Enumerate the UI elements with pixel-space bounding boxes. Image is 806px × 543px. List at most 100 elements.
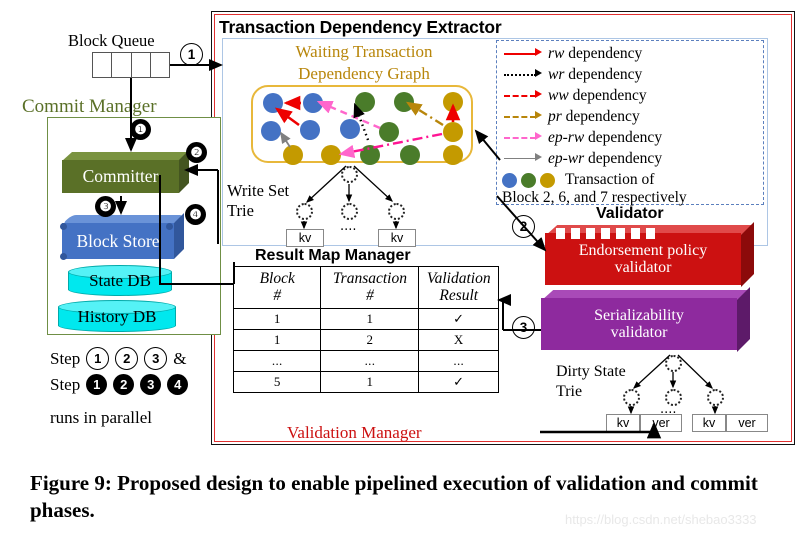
legend-arrow-icon-rw xyxy=(502,44,548,64)
history-db-cylinder[interactable]: History DB xyxy=(58,300,176,332)
validator-title: Validator xyxy=(596,205,664,222)
col-res-line2: Result xyxy=(439,287,479,305)
step-word-2: Step xyxy=(50,374,81,394)
write-set-trie-node xyxy=(388,203,405,220)
table-cell-block: 5 xyxy=(232,370,322,393)
transaction-node-b1 xyxy=(263,93,283,113)
figure-caption-label: Figure 9: xyxy=(30,471,112,495)
legend-node-dot-0 xyxy=(502,172,517,188)
dirty-trie-root xyxy=(665,355,682,372)
table-cell-result: ✓ xyxy=(418,370,499,393)
legend-row-rw: rw dependency xyxy=(502,43,760,64)
col-res-line1: Validation xyxy=(426,270,491,287)
legend-node-dot-2 xyxy=(540,172,555,188)
block-store-dot xyxy=(166,223,173,230)
table-row: 5 1 ✓ xyxy=(232,370,499,393)
committer-box[interactable]: Committer xyxy=(62,150,189,196)
table-cell-result: ✓ xyxy=(418,307,499,330)
col-txn-line1: Transaction xyxy=(332,270,407,287)
state-db-cylinder[interactable]: State DB xyxy=(68,265,172,296)
block-queue-label: Block Queue xyxy=(68,31,155,50)
step-badge-queue-to-tde: 1 xyxy=(180,43,203,66)
tick-mark xyxy=(601,228,610,239)
block-queue-cell xyxy=(132,53,151,77)
filled-step-1: 1 xyxy=(86,373,108,395)
column-header-transaction: Transaction # xyxy=(320,266,420,309)
legend-row-ww: ww dependency xyxy=(502,85,760,106)
filled-step-4: 4 xyxy=(167,373,189,395)
table-cell-block: ... xyxy=(232,349,322,372)
validation-manager-label: Validation Manager xyxy=(287,423,422,442)
hollow-step-2: 2 xyxy=(115,346,139,370)
legend-label-pr: pr dependency xyxy=(548,107,640,125)
transaction-node-b3 xyxy=(261,121,281,141)
write-set-kv-box: kv xyxy=(286,229,324,247)
table-row: 12X xyxy=(232,328,499,351)
write-set-label-line1: Write Set xyxy=(227,181,290,200)
result-map-manager-title: Result Map Manager xyxy=(255,247,411,264)
legend-node-dot-1 xyxy=(521,172,536,188)
tick-mark xyxy=(616,228,625,239)
wtdg-title-line1: Waiting Transaction xyxy=(295,42,433,61)
transaction-node-b2 xyxy=(303,93,323,113)
filled-step-2: 2 xyxy=(113,373,135,395)
step-legend: Step 1 2 3 & Step 1 2 3 4 runs in parall… xyxy=(50,345,189,430)
serializability-validator-box[interactable]: Serializability validator xyxy=(541,287,750,352)
dirty-trie-node xyxy=(665,389,682,406)
commit-badge-4: ❹ xyxy=(185,204,206,225)
block-queue-cell xyxy=(151,53,169,77)
legend-node-text-line2: Block 2, 6, and 7 respectively xyxy=(502,189,687,206)
waiting-transaction-dependency-graph-title: Waiting Transaction Dependency Graph xyxy=(249,41,479,85)
table-row: 1 1 ✓ xyxy=(232,307,499,330)
filled-step-3: 3 xyxy=(140,373,162,395)
block-queue-cell xyxy=(93,53,113,77)
dirty-label-line2: Trie xyxy=(556,382,583,400)
transaction-node-g4 xyxy=(360,145,380,165)
commit-badge-2: ❷ xyxy=(186,142,207,163)
watermark: https://blog.csdn.net/shebao3333 xyxy=(565,512,757,527)
dirty-kv-box: kv xyxy=(606,414,640,432)
table-cell-result: X xyxy=(418,328,499,351)
block-store-box[interactable]: Block Store xyxy=(60,213,184,261)
legend-label-epwr: ep-wr dependency xyxy=(548,149,663,167)
write-set-trie-root xyxy=(341,166,358,183)
col-txn-line2: # xyxy=(366,287,374,305)
tick-mark xyxy=(556,228,565,239)
commit-badge-3: ❸ xyxy=(95,196,116,217)
step-legend-note: runs in parallel xyxy=(50,407,152,427)
dirty-label-line1: Dirty State xyxy=(556,363,626,380)
step-badge-tde-to-validator: 2 xyxy=(512,215,535,238)
dirty-state-trie-label: Dirty State Trie xyxy=(556,362,626,401)
write-set-kv-box: kv xyxy=(378,229,416,247)
legend-row-eprw: ep-rw dependency xyxy=(502,127,760,148)
write-set-label-line2: Trie xyxy=(227,201,254,221)
step-word-1: Step xyxy=(50,348,81,368)
tick-mark xyxy=(646,228,655,239)
tick-mark xyxy=(586,228,595,239)
block-queue-cell xyxy=(112,53,132,77)
transaction-node-b4 xyxy=(300,120,320,140)
legend-row-pr: pr dependency xyxy=(502,106,760,127)
dirty-ver-box: ver xyxy=(640,414,682,432)
table-cell-transaction: 1 xyxy=(320,370,420,393)
legend-label-wr: wr dependency xyxy=(548,65,643,83)
legend-arrow-icon-wr xyxy=(502,65,548,85)
col-block-line1: Block xyxy=(259,270,295,287)
transaction-node-y5 xyxy=(443,145,463,165)
step-badge-validator-to-rmm: 3 xyxy=(512,316,535,339)
transaction-node-g2 xyxy=(394,92,414,112)
transaction-node-y1 xyxy=(443,92,463,112)
endorsement-policy-validator-ticks xyxy=(556,228,655,239)
committer-label: Committer xyxy=(62,160,179,193)
write-set-trie-label: Write Set Trie xyxy=(227,181,289,221)
legend-arrow-icon-pr xyxy=(502,107,548,127)
step-legend-filled-row: Step 1 2 3 4 xyxy=(50,371,189,397)
legend-row-epwr: ep-wr dependency xyxy=(502,148,760,169)
transaction-node-g5 xyxy=(400,145,420,165)
result-map-table: Block # Transaction # Validation Result … xyxy=(232,266,499,393)
col-block-line2: # xyxy=(273,287,282,305)
step-legend-note-row: runs in parallel xyxy=(50,404,188,430)
dirty-ver-box: ver xyxy=(726,414,768,432)
block-queue xyxy=(92,52,170,78)
legend-label-eprw: ep-rw dependency xyxy=(548,128,663,146)
